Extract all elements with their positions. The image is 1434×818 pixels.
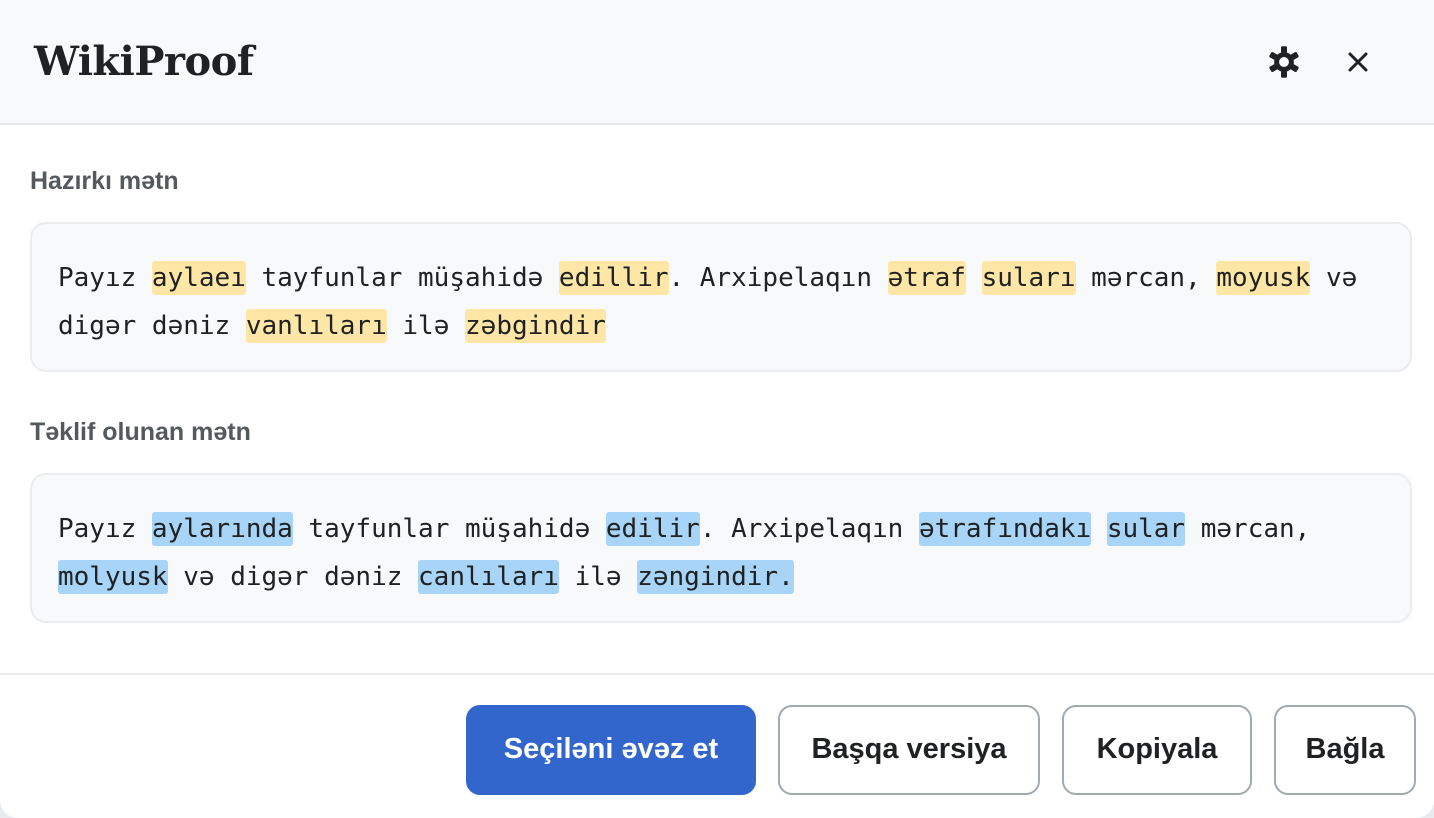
original-highlighted-word[interactable]: suları	[981, 261, 1076, 295]
close-icon	[1348, 52, 1368, 71]
replace-selected-button[interactable]: Seçiləni əvəz et	[466, 704, 756, 795]
suggested-text-segment: Payız	[58, 514, 152, 544]
original-text-segment: tayfunlar müşahidə	[245, 263, 559, 293]
other-version-button[interactable]: Başqa versiya	[778, 704, 1040, 795]
original-text-segment: Payız	[58, 263, 152, 293]
original-highlighted-word[interactable]: ətraf	[887, 261, 966, 295]
suggested-highlighted-word[interactable]: edilir	[605, 512, 700, 546]
dialog-title: WikiProof	[34, 38, 254, 85]
suggested-highlighted-word[interactable]: zəngindir.	[637, 560, 794, 594]
wikiproof-dialog: WikiProof Hazırkı mətn Payız aylaeı tayf…	[0, 0, 1434, 818]
original-text-segment: mərcan,	[1075, 263, 1217, 293]
original-highlighted-word[interactable]: vanlıları	[245, 309, 387, 343]
copy-button[interactable]: Kopiyala	[1062, 704, 1252, 795]
suggested-text-segment: ilə	[558, 562, 638, 592]
dialog-body: Hazırkı mətn Payız aylaeı tayfunlar müşa…	[0, 125, 1434, 623]
original-text-segment	[966, 263, 982, 293]
original-text-label: Hazırkı mətn	[30, 167, 179, 195]
suggested-text-segment: tayfunlar müşahidə	[292, 514, 606, 544]
suggested-highlighted-word[interactable]: ətrafındakı	[918, 512, 1092, 546]
suggested-text-label: Təklif olunan mətn	[30, 418, 251, 446]
suggested-text-segment	[1091, 514, 1107, 544]
suggested-highlighted-word[interactable]: aylarında	[151, 512, 293, 546]
original-highlighted-word[interactable]: edillir	[558, 261, 669, 295]
suggested-highlighted-word[interactable]: canlıları	[418, 560, 559, 594]
header-actions	[1264, 42, 1378, 82]
original-text-segment: . Arxipelaqın	[668, 263, 888, 293]
dialog-header: WikiProof	[0, 0, 1434, 125]
suggested-text-segment: və digər dəniz	[167, 562, 419, 592]
close-dialog-button[interactable]	[1338, 42, 1378, 82]
original-highlighted-word[interactable]: aylaeı	[151, 261, 246, 295]
suggested-highlighted-word[interactable]: molyusk	[58, 560, 168, 594]
suggested-text-segment: mərcan,	[1185, 514, 1311, 544]
original-highlighted-word[interactable]: zəbgindir	[465, 309, 606, 343]
dialog-footer: Seçiləni əvəz et Başqa versiya Kopiyala …	[0, 673, 1434, 818]
suggested-highlighted-word[interactable]: sular	[1106, 512, 1186, 546]
original-text-segment: ilə	[386, 311, 466, 341]
suggested-text-segment: . Arxipelaqın	[699, 514, 919, 544]
original-highlighted-word[interactable]: moyusk	[1216, 261, 1311, 295]
gear-icon	[1269, 45, 1299, 78]
original-text-box: Payız aylaeı tayfunlar müşahidə edillir.…	[30, 222, 1412, 372]
suggested-text-box: Payız aylarında tayfunlar müşahidə edili…	[30, 473, 1412, 623]
settings-button[interactable]	[1264, 42, 1304, 82]
close-button[interactable]: Bağla	[1274, 704, 1416, 795]
